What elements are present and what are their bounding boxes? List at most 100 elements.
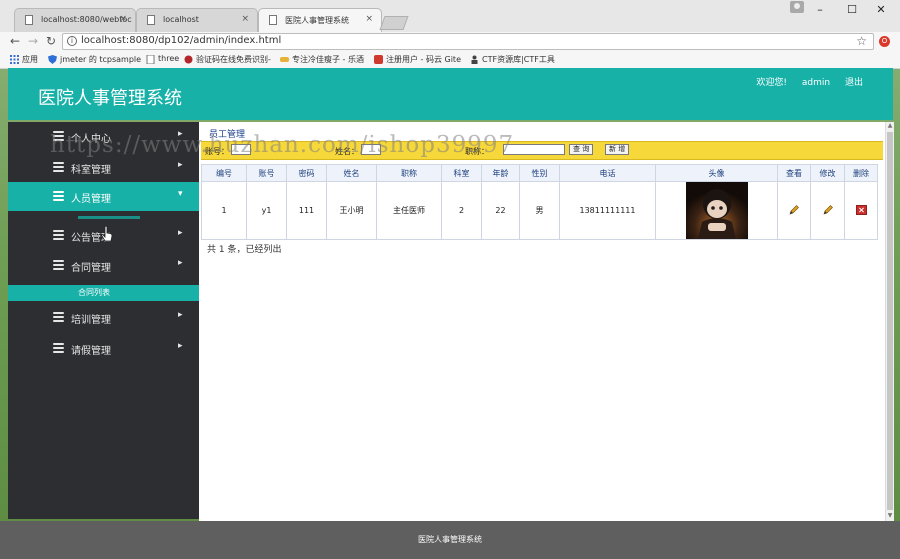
bookmark-three[interactable]: three (146, 54, 179, 64)
column-header: 账号 (246, 164, 287, 182)
menu-stack-icon (53, 230, 64, 240)
cell-edit (810, 181, 845, 240)
column-header: 职称 (376, 164, 442, 182)
person-icon (471, 55, 478, 64)
menu-stack-icon (53, 260, 64, 270)
page-icon (25, 15, 33, 25)
cell-id: 1 (201, 181, 247, 240)
bookmark-ctf[interactable]: CTF资源库|CTF工具 (470, 54, 555, 65)
reload-icon[interactable]: ↻ (46, 34, 56, 48)
column-header: 电话 (559, 164, 656, 182)
extension-icon[interactable]: O (879, 36, 890, 47)
column-header: 头像 (655, 164, 778, 182)
browser-tab-webtoc[interactable]: localhost:8080/webtoc × (14, 8, 136, 32)
cell-password: 111 (286, 181, 327, 240)
bookmark-zhuanzhu[interactable]: 专注冷佳瘦子 - 乐酒 (280, 54, 364, 65)
avatar (685, 182, 748, 239)
top-links: 欢迎您! admin 退出 (744, 75, 863, 88)
cell-account: y1 (246, 181, 287, 240)
column-header: 密码 (286, 164, 327, 182)
submenu-placeholder (78, 216, 140, 219)
sidebar-item-contract[interactable]: 合同管理 ▸ (8, 251, 199, 280)
minimize-icon[interactable]: – (812, 3, 828, 16)
page-icon (269, 15, 277, 25)
cell-dept: 2 (441, 181, 482, 240)
sidebar-item-leave[interactable]: 请假管理 ▸ (8, 334, 199, 363)
menu-stack-icon (53, 162, 64, 172)
footer-text: 医院人事管理系统 (418, 535, 482, 544)
menu-stack-icon (53, 343, 64, 353)
footer: 医院人事管理系统 (0, 521, 900, 559)
browser-tab-localhost[interactable]: localhost × (136, 8, 258, 32)
close-tab-icon[interactable]: × (241, 14, 249, 24)
bookmark-star-icon[interactable]: ☆ (856, 34, 867, 48)
chevron-down-icon: ▾ (178, 189, 183, 199)
menu-stack-icon (53, 191, 64, 201)
scroll-down-icon[interactable]: ▼ (886, 512, 894, 519)
bookmark-gitee[interactable]: 注册用户 - 码云 Gite (374, 54, 461, 65)
pencil-view-icon[interactable] (788, 204, 800, 216)
sidebar-item-staff[interactable]: 人员管理 ▾ (8, 182, 199, 211)
bookmark-apps[interactable]: 应用 (10, 54, 38, 65)
table-row: 1 y1 111 王小明 主任医师 2 22 男 13811111111 (201, 181, 878, 240)
query-button[interactable]: 查 询 (569, 144, 594, 155)
url-text: localhost:8080/dp102/admin/index.html (81, 35, 282, 46)
staff-table: 编号 账号 密码 姓名 职称 科室 年龄 性别 电话 头像 查看 修改 删除 1… (201, 164, 878, 240)
bookmark-jmeter[interactable]: jmeter 的 tcpsample (48, 54, 141, 65)
browser-tab-active[interactable]: 医院人事管理系统 × (258, 8, 382, 32)
column-header: 查看 (777, 164, 811, 182)
back-icon[interactable]: ← (10, 34, 20, 48)
chevron-right-icon: ▸ (178, 310, 183, 320)
info-icon[interactable]: i (67, 36, 77, 46)
column-header: 姓名 (326, 164, 377, 182)
app-header: 医院人事管理系统 欢迎您! admin 退出 (8, 68, 893, 120)
submenu-contract-list[interactable]: 合同列表 (8, 285, 199, 301)
bookmarks-bar: 应用 jmeter 的 tcpsample three 验证码在线免费识别- 专… (0, 52, 900, 69)
apps-grid-icon (10, 55, 19, 64)
add-button[interactable]: 新 增 (605, 144, 630, 155)
profile-icon[interactable] (790, 1, 804, 13)
forward-icon[interactable]: → (28, 34, 38, 48)
scroll-thumb[interactable] (887, 132, 893, 510)
browser-titlebar: localhost:8080/webtoc × localhost × 医院人事… (0, 0, 900, 32)
main-content: 员工管理 账号： 姓名： 职称： 查 询 新 增 编号 账号 密码 姓名 职称 … (199, 122, 885, 522)
url-input[interactable]: i localhost:8080/dp102/admin/index.html … (62, 33, 874, 50)
column-header: 年龄 (481, 164, 520, 182)
content-scrollbar[interactable]: ▲ ▼ (885, 122, 894, 522)
chevron-right-icon: ▸ (178, 341, 183, 351)
cell-age: 22 (481, 181, 520, 240)
column-header: 修改 (810, 164, 845, 182)
close-window-icon[interactable]: ✕ (873, 3, 889, 16)
cell-view (777, 181, 811, 240)
cell-gender: 男 (519, 181, 560, 240)
site-icon (184, 55, 193, 64)
sidebar-item-training[interactable]: 培训管理 ▸ (8, 303, 199, 332)
delete-icon[interactable] (855, 204, 867, 215)
welcome-text: 欢迎您! (756, 78, 788, 88)
scroll-up-icon[interactable]: ▲ (886, 122, 894, 129)
maximize-icon[interactable]: ☐ (844, 3, 860, 16)
close-tab-icon[interactable]: × (119, 14, 127, 24)
username-link[interactable]: admin (802, 78, 830, 88)
close-tab-icon[interactable]: × (365, 14, 373, 24)
column-header: 性别 (519, 164, 560, 182)
column-header: 科室 (441, 164, 482, 182)
new-tab-button[interactable] (379, 16, 409, 30)
mouse-pointer-icon (101, 226, 113, 242)
cell-phone: 13811111111 (559, 181, 656, 240)
pencil-edit-icon[interactable] (822, 204, 834, 216)
record-summary: 共 1 条，已经列出 (207, 245, 282, 255)
address-bar: ← → ↻ i localhost:8080/dp102/admin/index… (0, 32, 900, 52)
cell-delete (844, 181, 878, 240)
tab-title: 医院人事管理系统 (285, 16, 349, 25)
thumb-icon (280, 57, 289, 62)
menu-stack-icon (53, 312, 64, 322)
bookmark-captcha[interactable]: 验证码在线免费识别- (184, 54, 271, 65)
shield-icon (48, 55, 57, 64)
page-icon (146, 55, 155, 64)
chevron-right-icon: ▸ (178, 258, 183, 268)
chevron-right-icon: ▸ (178, 228, 183, 238)
cell-name: 王小明 (326, 181, 377, 240)
logout-link[interactable]: 退出 (845, 78, 863, 88)
column-header: 编号 (201, 164, 247, 182)
